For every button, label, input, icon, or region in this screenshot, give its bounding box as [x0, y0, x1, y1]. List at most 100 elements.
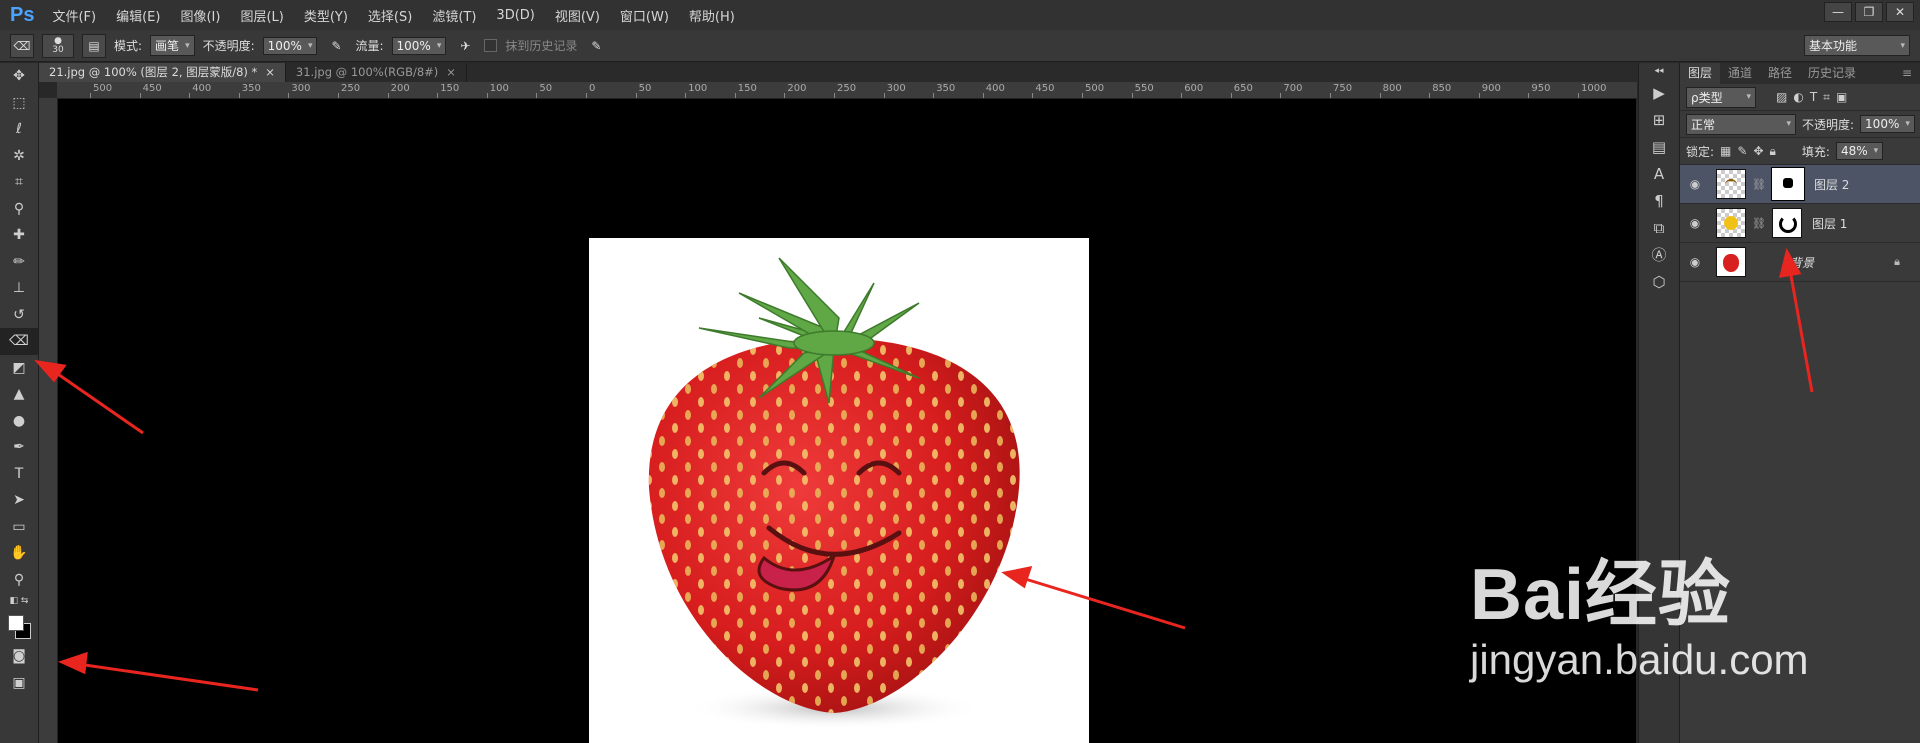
canvas-area[interactable]	[58, 99, 1636, 743]
clone-stamp-tool-icon[interactable]: ⊥	[0, 275, 38, 302]
ruler-label: 100	[688, 83, 708, 94]
close-button[interactable]: ✕	[1886, 2, 1914, 22]
screen-mode-icon[interactable]: ▣	[0, 670, 38, 697]
layer-mask-thumbnail[interactable]	[1770, 167, 1805, 201]
shape-tool-icon[interactable]: ▭	[0, 514, 38, 541]
properties-icon[interactable]: ▤	[1639, 133, 1679, 160]
blend-mode-dropdown[interactable]: 正常 ▾	[1686, 113, 1796, 135]
eraser-tool-icon[interactable]: ⌫	[0, 328, 38, 355]
3d-icon[interactable]: ⬡	[1639, 268, 1679, 295]
layer-mask-thumbnail[interactable]	[1771, 208, 1802, 238]
filter-smart-icon[interactable]: ▣	[1836, 90, 1847, 104]
crop-tool-icon[interactable]: ⌗	[0, 169, 38, 196]
tab-doc-21[interactable]: 21.jpg @ 100% (图层 2, 图层蒙版/8) * ×	[39, 63, 286, 82]
workspace-dropdown[interactable]: 基本功能 ▾	[1804, 35, 1910, 56]
lock-all-icon[interactable]: 🔒︎	[1770, 144, 1776, 159]
menu-edit[interactable]: 编辑(E)	[116, 6, 160, 25]
filter-kind-dropdown[interactable]: ρ类型 ▾	[1686, 86, 1756, 108]
pressure-size-icon[interactable]: ✎	[585, 35, 607, 57]
blur-tool-icon[interactable]: ▲	[0, 381, 38, 408]
layer-row-background[interactable]: ◉ 背景 🔒︎	[1680, 243, 1920, 282]
paint-bucket-tool-icon[interactable]: ◩	[0, 355, 38, 382]
layer-name[interactable]: 图层 2	[1814, 176, 1849, 193]
history-brush-tool-icon[interactable]: ↺	[0, 302, 38, 329]
brush-tool-icon[interactable]: ✏	[0, 249, 38, 276]
tab-doc-31[interactable]: 31.jpg @ 100%(RGB/8#) ×	[286, 63, 467, 82]
styles-icon[interactable]: Ⓐ	[1639, 241, 1679, 268]
menu-3d[interactable]: 3D(D)	[496, 8, 534, 23]
eraser-preset-icon[interactable]: ⌫	[10, 33, 34, 58]
menu-layer[interactable]: 图层(L)	[240, 6, 283, 25]
link-chain-icon[interactable]: ⛓	[1752, 217, 1766, 230]
restore-button[interactable]: ❐	[1855, 2, 1883, 22]
tab-channels[interactable]: 通道	[1720, 63, 1760, 84]
flow-input[interactable]: 100% ▾	[391, 36, 447, 55]
pressure-opacity-icon[interactable]: ✎	[325, 35, 347, 57]
tab-history[interactable]: 历史记录	[1800, 63, 1864, 84]
menu-type[interactable]: 类型(Y)	[304, 6, 348, 25]
lasso-tool-icon[interactable]: ℓ	[0, 116, 38, 143]
document-canvas[interactable]	[589, 238, 1089, 743]
eyedropper-tool-icon[interactable]: ⚲	[0, 196, 38, 223]
quick-mask-icon[interactable]: ◙	[0, 643, 38, 670]
menu-window[interactable]: 窗口(W)	[620, 6, 669, 25]
move-tool-icon[interactable]: ✥	[0, 63, 38, 90]
dodge-tool-icon[interactable]: ●	[0, 408, 38, 435]
foreground-color-swatch[interactable]	[8, 615, 24, 631]
lock-transparent-icon[interactable]: ▦	[1720, 144, 1731, 158]
hand-tool-icon[interactable]: ✋	[0, 540, 38, 567]
link-chain-icon[interactable]: ⛓	[1752, 178, 1766, 191]
menu-view[interactable]: 视图(V)	[555, 6, 600, 25]
close-icon[interactable]: ×	[446, 65, 456, 79]
menu-select[interactable]: 选择(S)	[368, 6, 412, 25]
opacity-input[interactable]: 100% ▾	[262, 36, 318, 55]
brush-size-picker[interactable]: ● 30	[42, 33, 74, 58]
adjustments-icon[interactable]: ⊞	[1639, 106, 1679, 133]
layer-opacity-input[interactable]: 100% ▾	[1860, 115, 1915, 133]
erase-history-checkbox[interactable]	[484, 39, 498, 52]
menu-file[interactable]: 文件(F)	[52, 6, 96, 25]
tab-paths[interactable]: 路径	[1760, 63, 1800, 84]
airbrush-icon[interactable]: ✈	[454, 35, 476, 57]
minimize-button[interactable]: —	[1824, 2, 1852, 22]
lock-position-icon[interactable]: ✥	[1753, 144, 1763, 158]
smile-face-icon	[1725, 179, 1737, 191]
menu-help[interactable]: 帮助(H)	[689, 6, 735, 25]
paragraph-icon[interactable]: ¶	[1639, 187, 1679, 214]
zoom-tool-icon[interactable]: ⚲	[0, 567, 38, 594]
brush-panel-icon[interactable]: ▤	[82, 33, 106, 58]
pen-tool-icon[interactable]: ✒	[0, 434, 38, 461]
type-tool-icon[interactable]: T	[0, 461, 38, 488]
character-icon[interactable]: A	[1639, 160, 1679, 187]
tab-layers[interactable]: 图层	[1680, 63, 1721, 84]
fill-input[interactable]: 48% ▾	[1835, 142, 1884, 160]
filter-type-icon[interactable]: T	[1810, 90, 1817, 104]
healing-brush-tool-icon[interactable]: ✚	[0, 222, 38, 249]
panel-menu-icon[interactable]: ≡	[1894, 63, 1920, 84]
layer-name[interactable]: 图层 1	[1812, 215, 1847, 232]
filter-adjustment-icon[interactable]: ◐	[1793, 90, 1803, 104]
marquee-tool-icon[interactable]: ⬚	[0, 90, 38, 117]
close-icon[interactable]: ×	[265, 65, 275, 79]
filter-pixel-icon[interactable]: ▨	[1776, 90, 1787, 104]
color-swatches[interactable]	[0, 609, 38, 643]
magic-wand-tool-icon[interactable]: ✲	[0, 143, 38, 170]
visibility-eye-icon[interactable]: ◉	[1684, 255, 1706, 269]
chevron-down-icon: ▾	[307, 40, 313, 51]
ruler-tick	[1230, 93, 1232, 98]
layer-name[interactable]: 背景	[1790, 254, 1814, 271]
tool-presets-icon[interactable]: ⧉	[1639, 214, 1679, 241]
play-actions-icon[interactable]: ▶	[1639, 79, 1679, 106]
mode-dropdown[interactable]: 画笔 ▾	[150, 35, 195, 56]
menu-filter[interactable]: 滤镜(T)	[432, 6, 476, 25]
visibility-eye-icon[interactable]: ◉	[1684, 216, 1706, 230]
swap-colors-icon[interactable]: ◧ ⇆	[0, 593, 38, 609]
menu-image[interactable]: 图像(I)	[180, 6, 220, 25]
lock-paint-icon[interactable]: ✎	[1737, 144, 1747, 158]
visibility-eye-icon[interactable]: ◉	[1684, 177, 1706, 191]
path-selection-tool-icon[interactable]: ➤	[0, 487, 38, 514]
layer-row-layer2[interactable]: ◉ ⛓ 图层 2	[1680, 165, 1920, 204]
collapse-icon[interactable]: ◂◂	[1639, 63, 1679, 79]
layer-row-layer1[interactable]: ◉ ⛓ 图层 1	[1680, 204, 1920, 243]
filter-shape-icon[interactable]: ⌗	[1823, 90, 1830, 105]
